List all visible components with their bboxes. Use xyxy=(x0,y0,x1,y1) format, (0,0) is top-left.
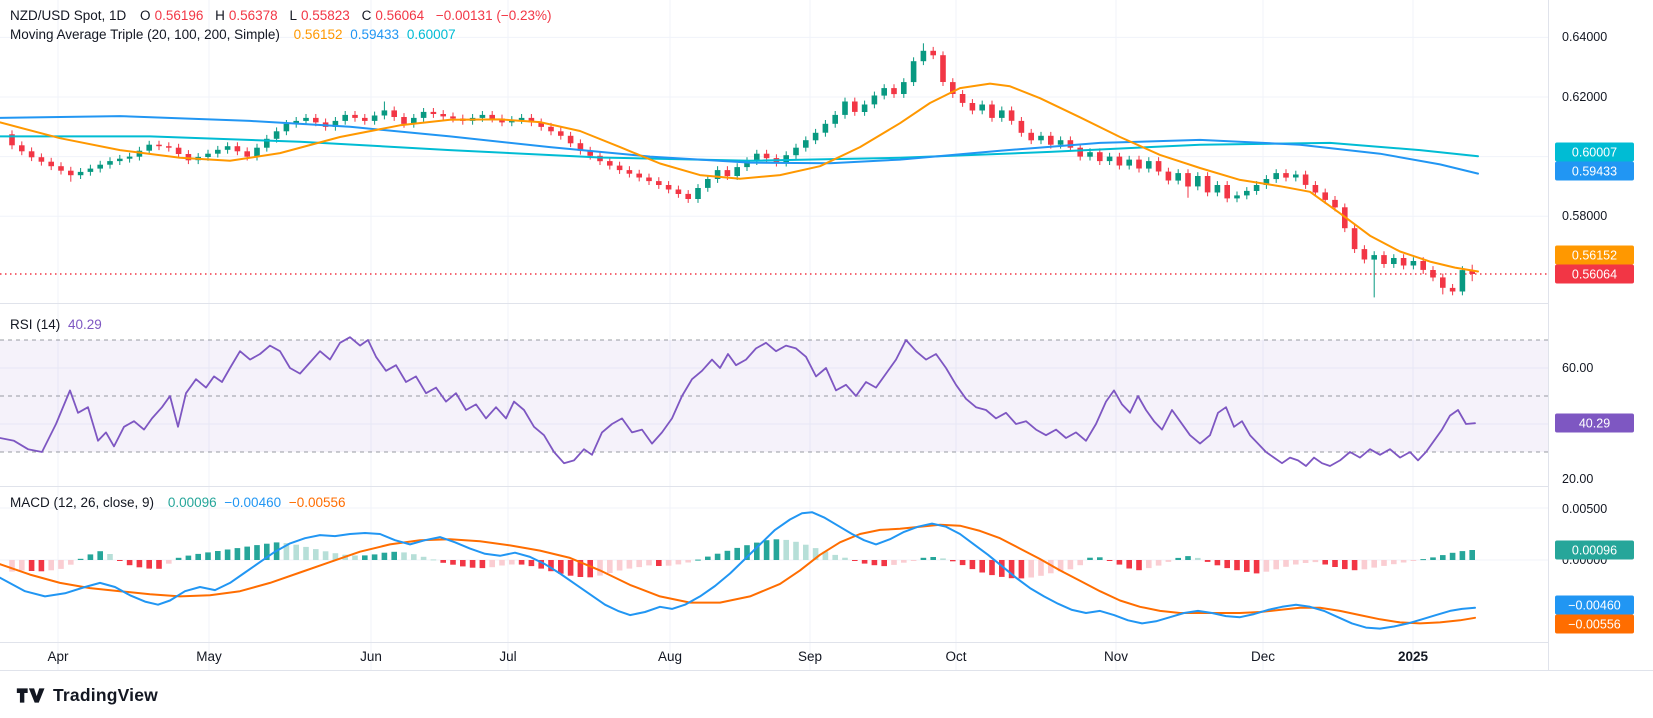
ma100-value: 0.59433 xyxy=(350,27,399,42)
time-axis-label: Oct xyxy=(945,649,966,664)
axis-price-badge: 40.29 xyxy=(1555,414,1634,433)
tradingview-glyph-icon xyxy=(16,685,46,706)
macd-line-value: −0.00460 xyxy=(224,495,281,510)
axis-price-badge: 0.56064 xyxy=(1555,265,1634,284)
axis-price-badge: 0.56152 xyxy=(1555,246,1634,265)
ma200-value: 0.60007 xyxy=(407,27,456,42)
tradingview-chart-window: NZD/USD Spot, 1D O0.56196 H0.56378 L0.55… xyxy=(0,0,1653,718)
axis-price-badge: −0.00556 xyxy=(1555,615,1634,634)
axis-label: 20.00 xyxy=(1562,472,1593,486)
axis-label: 0.00500 xyxy=(1562,502,1607,516)
ma-legend-title: Moving Average Triple (20, 100, 200, Sim… xyxy=(10,27,280,42)
macd-legend[interactable]: MACD (12, 26, close, 9) 0.00096 −0.00460… xyxy=(10,495,350,510)
symbol-legend[interactable]: NZD/USD Spot, 1D O0.56196 H0.56378 L0.55… xyxy=(10,8,555,23)
axis-price-badge: −0.00460 xyxy=(1555,596,1634,615)
ohlc-close: C0.56064 xyxy=(362,8,429,23)
axis-label: 0.64000 xyxy=(1562,30,1607,44)
time-axis-label: Apr xyxy=(47,649,68,664)
tradingview-logo[interactable]: TradingView xyxy=(16,685,158,706)
price-change: −0.00131 (−0.23%) xyxy=(436,8,552,23)
macd-signal-value: −0.00556 xyxy=(289,495,346,510)
time-axis-label: Sep xyxy=(798,649,822,664)
time-axis-label: May xyxy=(196,649,222,664)
time-axis-label: Aug xyxy=(658,649,682,664)
macd-hist-value: 0.00096 xyxy=(168,495,217,510)
time-axis-label: Jul xyxy=(499,649,516,664)
ma20-value: 0.56152 xyxy=(294,27,343,42)
time-axis-label: 2025 xyxy=(1398,649,1428,664)
symbol-title: NZD/USD Spot, 1D xyxy=(10,8,126,23)
rsi-legend[interactable]: RSI (14) 40.29 xyxy=(10,317,106,332)
axis-label: 60.00 xyxy=(1562,361,1593,375)
macd-legend-title: MACD (12, 26, close, 9) xyxy=(10,495,154,510)
time-axis-label: Dec xyxy=(1251,649,1275,664)
axis-price-badge: 0.60007 xyxy=(1555,143,1634,162)
axis-price-badge: 0.00096 xyxy=(1555,541,1634,560)
brand-name: TradingView xyxy=(53,685,158,706)
ma-legend[interactable]: Moving Average Triple (20, 100, 200, Sim… xyxy=(10,27,460,42)
axis-label: 0.58000 xyxy=(1562,209,1607,223)
ohlc-open: O0.56196 xyxy=(140,8,207,23)
axis-label: 0.62000 xyxy=(1562,90,1607,104)
ohlc-high: H0.56378 xyxy=(215,8,282,23)
chart-canvas[interactable] xyxy=(0,0,1653,718)
rsi-value: 40.29 xyxy=(68,317,102,332)
time-axis-label: Jun xyxy=(360,649,382,664)
ohlc-low: L0.55823 xyxy=(289,8,353,23)
rsi-legend-title: RSI (14) xyxy=(10,317,60,332)
axis-price-badge: 0.59433 xyxy=(1555,162,1634,181)
time-axis-label: Nov xyxy=(1104,649,1128,664)
